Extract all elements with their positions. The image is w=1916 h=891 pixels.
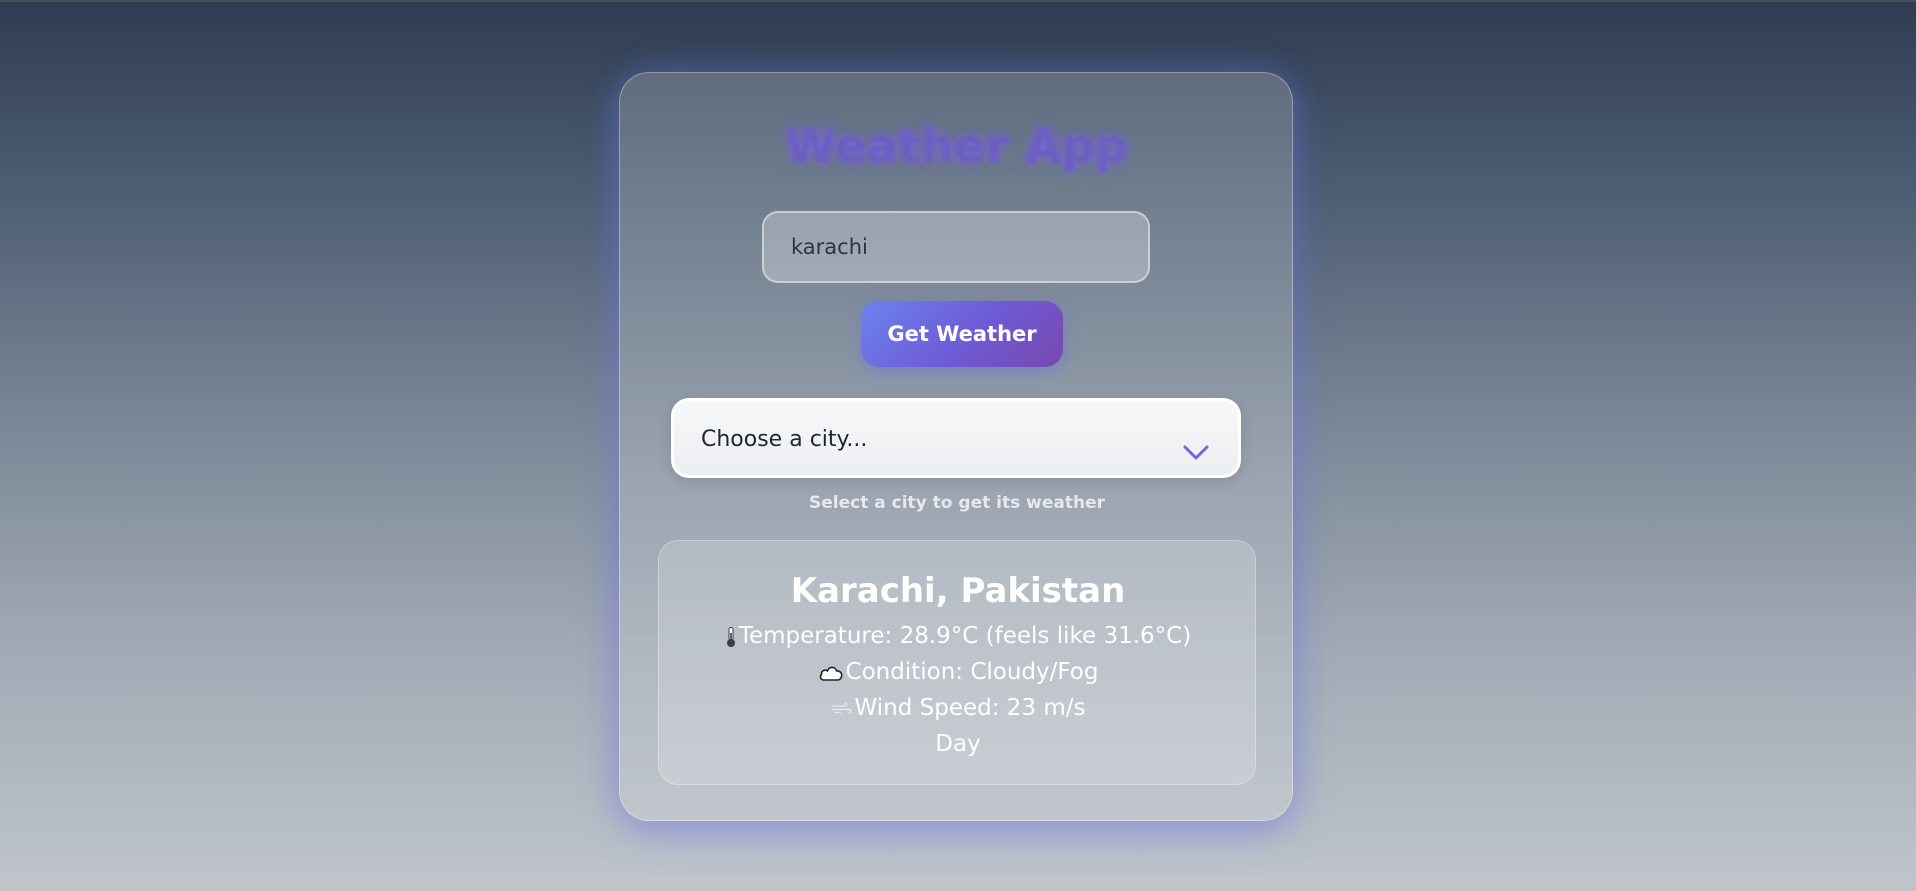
cloud-icon xyxy=(819,666,843,681)
time-of-day: Day xyxy=(935,731,981,757)
thermometer-icon xyxy=(726,626,735,647)
weather-result-panel: Karachi, Pakistan Temperature: 28.9°C (f… xyxy=(658,540,1256,785)
wind-row: Wind Speed: 23 m/s xyxy=(659,695,1257,721)
condition-text: Condition: Cloudy/Fog xyxy=(845,659,1099,685)
city-select-value: Choose a city... xyxy=(701,427,868,452)
chevron-down-icon xyxy=(1183,445,1209,460)
wind-icon xyxy=(831,702,851,714)
weather-card: Weather App Get Weather Choose a city...… xyxy=(619,72,1293,821)
city-search-input[interactable] xyxy=(762,211,1150,283)
result-location: Karachi, Pakistan xyxy=(790,571,1126,611)
wind-text: Wind Speed: 23 m/s xyxy=(854,695,1086,721)
city-select-hint: Select a city to get its weather xyxy=(809,493,1105,513)
condition-row: Condition: Cloudy/Fog xyxy=(659,659,1257,685)
temperature-text: Temperature: 28.9°C (feels like 31.6°C) xyxy=(738,623,1192,649)
city-select-dropdown[interactable]: Choose a city... xyxy=(671,398,1241,478)
app-title: Weather App xyxy=(785,119,1129,173)
get-weather-button[interactable]: Get Weather xyxy=(861,301,1063,367)
temperature-row: Temperature: 28.9°C (feels like 31.6°C) xyxy=(659,623,1257,649)
window-top-edge xyxy=(0,0,1916,2)
